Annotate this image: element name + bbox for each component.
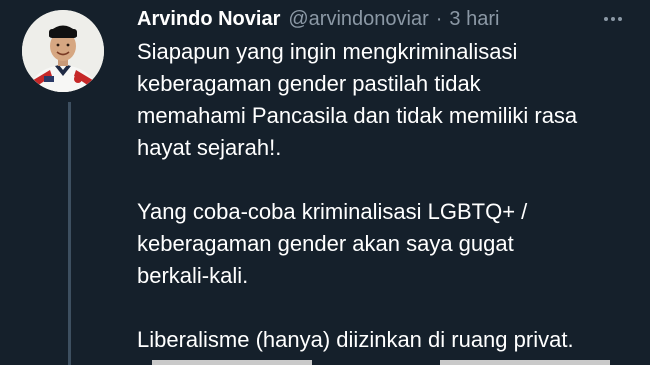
tweet-paragraph: Siapapun yang ingin mengkriminalisasi ke… — [137, 36, 642, 164]
tweet-paragraph: Yang coba-coba kriminalisasi LGBTQ+ / ke… — [137, 196, 642, 292]
media-preview-edge[interactable] — [152, 360, 312, 365]
tweet-header: Arvindo Noviar @arvindonoviar · 3 hari — [137, 6, 499, 32]
text-line: Yang coba-coba kriminalisasi LGBTQ+ / — [137, 199, 528, 224]
text-line: berkali-kali. — [137, 263, 249, 288]
text-line: keberagaman gender pastilah tidak — [137, 71, 481, 96]
text-line: keberagaman gender akan saya gugat — [137, 231, 514, 256]
author-name[interactable]: Arvindo Noviar — [137, 8, 280, 31]
separator-dot: · — [435, 7, 443, 30]
text-line: Siapapun yang ingin mengkriminalisasi — [137, 39, 518, 64]
tweet-text: Siapapun yang ingin mengkriminalisasi ke… — [137, 36, 642, 356]
media-preview-edge[interactable] — [440, 360, 610, 365]
avatar-image — [22, 10, 104, 92]
text-line: Liberalisme (hanya) diizinkan di ruang p… — [137, 327, 574, 352]
author-handle[interactable]: @arvindonoviar — [288, 8, 428, 31]
thread-connector-line — [68, 102, 71, 365]
more-options-button[interactable] — [598, 6, 628, 32]
timestamp[interactable]: 3 hari — [449, 8, 499, 31]
avatar[interactable] — [22, 10, 104, 92]
tweet[interactable]: Arvindo Noviar @arvindonoviar · 3 hari S… — [0, 0, 650, 365]
text-line: hayat sejarah!. — [137, 135, 282, 160]
text-line: memahami Pancasila dan tidak memiliki ra… — [137, 103, 578, 128]
more-horizontal-icon — [604, 17, 622, 21]
tweet-paragraph: Liberalisme (hanya) diizinkan di ruang p… — [137, 324, 642, 356]
